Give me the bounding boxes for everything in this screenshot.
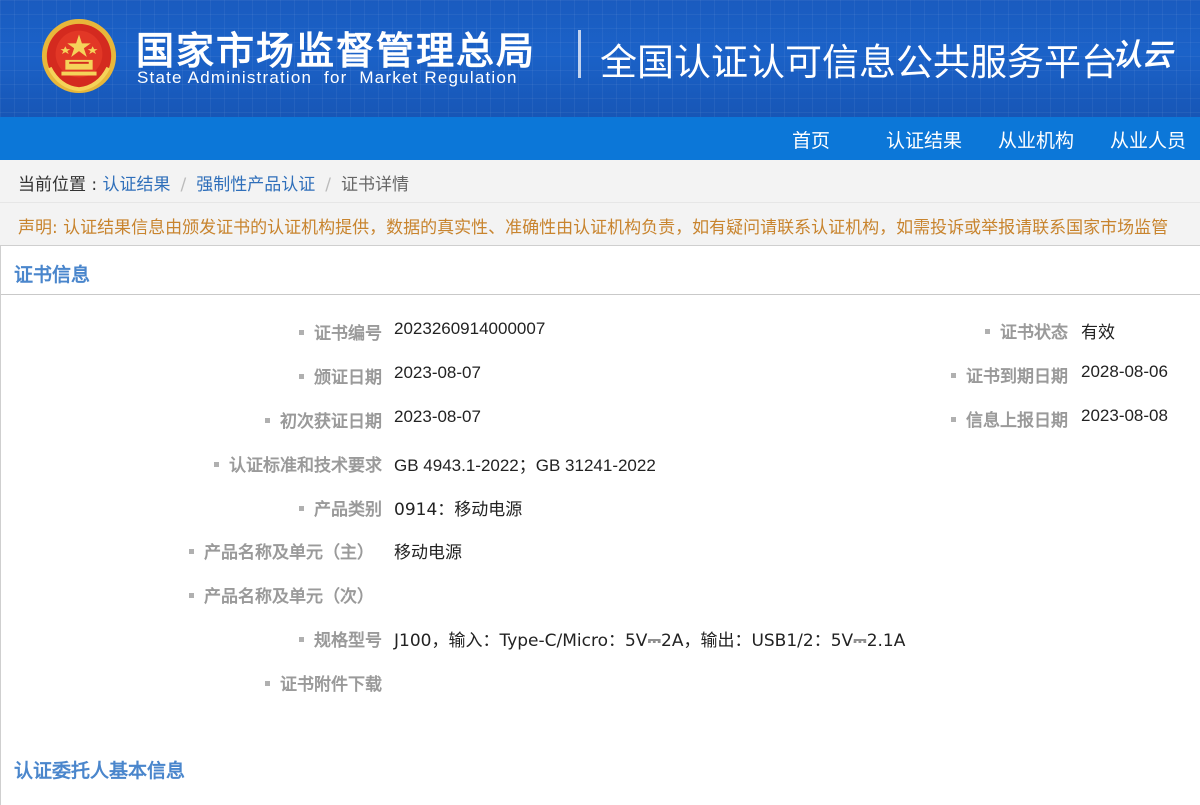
main-nav: 首页 认证结果 从业机构 从业人员 <box>0 117 1200 160</box>
bullet-icon <box>299 636 304 642</box>
platform-title: 全国认证认可信息公共服务平台 <box>600 41 1118 84</box>
value-cert-status: 有效 <box>1081 323 1115 343</box>
value-first-issue-date: 2023-08-07 <box>394 407 481 426</box>
value-expiry-date: 2028-08-06 <box>1081 362 1168 381</box>
nav-personnel[interactable]: 从业人员 <box>1110 126 1186 153</box>
nav-home[interactable]: 首页 <box>792 126 830 153</box>
value-standards: GB 4943.1-2022；GB 31241-2022 <box>394 456 656 475</box>
bullet-icon <box>189 592 194 598</box>
label-expiry-date: 证书到期日期 <box>951 362 1068 387</box>
bullet-icon <box>299 505 304 511</box>
header-banner: 国家市场监督管理总局 State Administration for Mark… <box>0 0 1200 117</box>
org-name-en: State Administration for Market Regulati… <box>137 68 518 87</box>
label-report-date: 信息上报日期 <box>951 406 1068 431</box>
breadcrumb-ccc[interactable]: 强制性产品认证 <box>196 175 315 195</box>
label-first-issue-date: 初次获证日期 <box>265 407 382 432</box>
label-model: 规格型号 <box>299 626 382 651</box>
bullet-icon <box>951 416 956 422</box>
bullet-icon <box>299 373 304 379</box>
nav-institutions[interactable]: 从业机构 <box>998 126 1074 153</box>
bullet-icon <box>985 328 990 334</box>
value-issue-date: 2023-08-07 <box>394 363 481 382</box>
section-title-cert-info: 证书信息 <box>1 246 1200 295</box>
bullet-icon <box>265 680 270 686</box>
breadcrumb-separator: / <box>325 175 332 195</box>
value-model: J100，输入：Type-C/Micro：5V⎓2A，输出：USB1/2：5V⎓… <box>394 631 906 651</box>
label-standards: 认证标准和技术要求 <box>214 451 382 476</box>
bullet-icon <box>189 548 194 554</box>
label-attachment-download: 证书附件下载 <box>265 670 382 695</box>
value-product-name-main: 移动电源 <box>394 543 462 563</box>
breadcrumb: 当前位置 : 认证结果 / 强制性产品认证 / 证书详情 <box>0 160 1200 203</box>
bullet-icon <box>951 372 956 378</box>
value-report-date: 2023-08-08 <box>1081 406 1168 425</box>
label-cert-status: 证书状态 <box>985 318 1068 343</box>
header-divider <box>578 30 581 78</box>
label-cert-number: 证书编号 <box>299 319 382 344</box>
breadcrumb-cert-results[interactable]: 认证结果 <box>103 175 171 195</box>
value-product-category: 0914：移动电源 <box>394 500 523 520</box>
nav-cert-results[interactable]: 认证结果 <box>886 126 962 153</box>
national-emblem-icon <box>41 18 117 94</box>
breadcrumb-separator: / <box>180 175 187 195</box>
platform-logo: 认云 <box>1112 38 1172 73</box>
value-cert-number: 2023260914000007 <box>394 319 546 338</box>
breadcrumb-prefix: 当前位置 : <box>18 175 98 195</box>
disclaimer-notice: 声明: 认证结果信息由颁发证书的认证机构提供，数据的真实性、准确性由认证机构负责… <box>0 203 1200 245</box>
label-product-category: 产品类别 <box>299 495 382 520</box>
breadcrumb-current: 证书详情 <box>341 175 410 195</box>
label-product-name-sub: 产品名称及单元（次） <box>189 582 374 607</box>
bullet-icon <box>214 461 219 467</box>
label-product-name-main: 产品名称及单元（主） <box>189 538 374 563</box>
bullet-icon <box>265 417 270 423</box>
label-issue-date: 颁证日期 <box>299 363 382 388</box>
bullet-icon <box>299 329 304 335</box>
section-title-client-info: 认证委托人基本信息 <box>14 760 186 782</box>
cert-info-card: 证书信息 证书编号 2023260914000007 颁证日期 2023-08-… <box>0 245 1200 805</box>
org-name-cn: 国家市场监督管理总局 <box>136 29 537 73</box>
